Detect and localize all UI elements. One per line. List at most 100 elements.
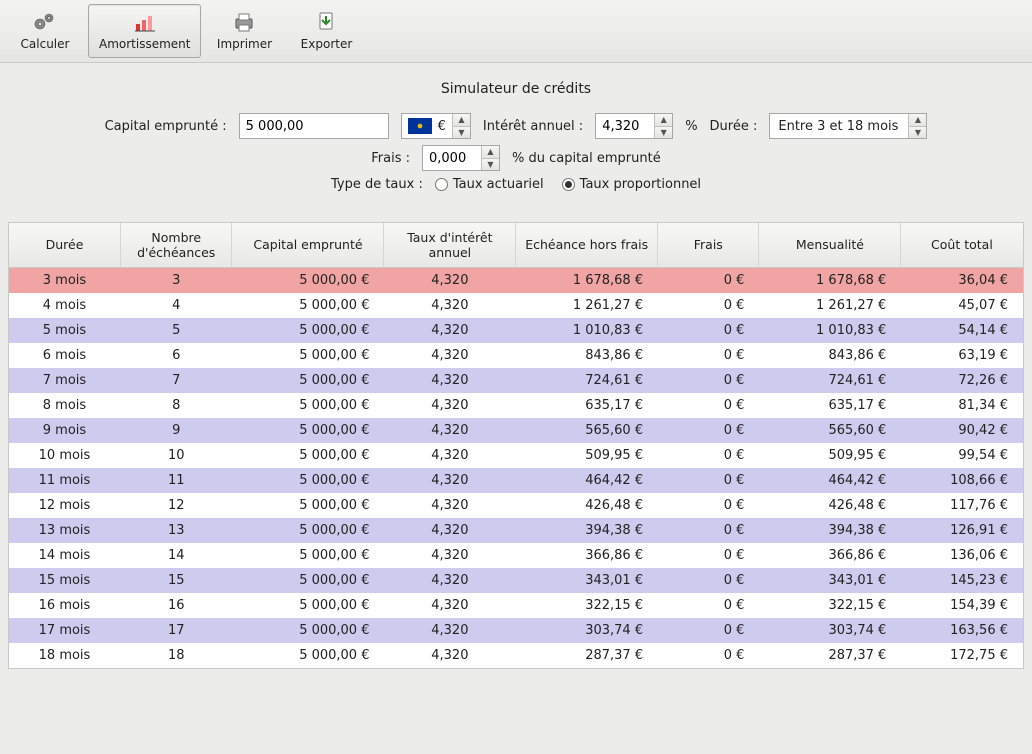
capital-input[interactable] — [239, 113, 389, 139]
table-row[interactable]: 6 mois65 000,00 €4,320843,86 €0 €843,86 … — [9, 343, 1023, 368]
cell-frais: 0 € — [658, 393, 759, 418]
table-row[interactable]: 5 mois55 000,00 €4,3201 010,83 €0 €1 010… — [9, 318, 1023, 343]
cell-taux: 4,320 — [384, 368, 516, 393]
col-header-cout[interactable]: Coût total — [901, 223, 1023, 267]
table-row[interactable]: 10 mois105 000,00 €4,320509,95 €0 €509,9… — [9, 443, 1023, 468]
table-row[interactable]: 18 mois185 000,00 €4,320287,37 €0 €287,3… — [9, 643, 1023, 668]
col-header-cap[interactable]: Capital emprunté — [232, 223, 384, 267]
cell-ech: 394,38 € — [516, 518, 658, 543]
cell-frais: 0 € — [658, 618, 759, 643]
cell-cout: 45,07 € — [901, 293, 1023, 318]
eu-flag-icon — [408, 118, 432, 134]
cell-cout: 72,26 € — [901, 368, 1023, 393]
exporter-button[interactable]: Exporter — [287, 4, 365, 58]
cell-mens: 394,38 € — [759, 518, 901, 543]
cell-mens: 635,17 € — [759, 393, 901, 418]
form-area: Capital emprunté : € ▲ ▼ Intérêt annuel … — [0, 113, 1032, 210]
col-header-duree[interactable]: Durée — [9, 223, 120, 267]
calculer-button[interactable]: Calculer — [6, 4, 84, 58]
chevron-up-icon[interactable]: ▲ — [482, 146, 499, 158]
table-row[interactable]: 13 mois135 000,00 €4,320394,38 €0 €394,3… — [9, 518, 1023, 543]
cell-mens: 464,42 € — [759, 468, 901, 493]
cell-cout: 163,56 € — [901, 618, 1023, 643]
cell-nb: 12 — [120, 493, 231, 518]
radio-label: Taux proportionnel — [580, 177, 701, 192]
cell-nb: 15 — [120, 568, 231, 593]
interest-spinner[interactable]: ▲ ▼ — [595, 113, 673, 139]
cell-taux: 4,320 — [384, 293, 516, 318]
table-row[interactable]: 11 mois115 000,00 €4,320464,42 €0 €464,4… — [9, 468, 1023, 493]
currency-select[interactable]: € ▲ ▼ — [401, 113, 471, 139]
table-row[interactable]: 7 mois75 000,00 €4,320724,61 €0 €724,61 … — [9, 368, 1023, 393]
table-row[interactable]: 4 mois45 000,00 €4,3201 261,27 €0 €1 261… — [9, 293, 1023, 318]
cell-ech: 509,95 € — [516, 443, 658, 468]
cell-ech: 724,61 € — [516, 368, 658, 393]
fees-spinner[interactable]: ▲ ▼ — [422, 145, 500, 171]
cell-mens: 287,37 € — [759, 643, 901, 668]
radio-label: Taux actuariel — [453, 177, 544, 192]
table-row[interactable]: 16 mois165 000,00 €4,320322,15 €0 €322,1… — [9, 593, 1023, 618]
cell-duree: 3 mois — [9, 267, 120, 293]
cell-ech: 322,15 € — [516, 593, 658, 618]
duration-select[interactable]: Entre 3 et 18 mois ▲ ▼ — [769, 113, 927, 139]
chevron-down-icon[interactable]: ▼ — [453, 126, 470, 139]
cell-mens: 303,74 € — [759, 618, 901, 643]
chevron-up-icon[interactable]: ▲ — [655, 114, 672, 126]
rate-actuarial-radio[interactable]: Taux actuariel — [435, 177, 544, 192]
col-header-nb[interactable]: Nombre d'échéances — [120, 223, 231, 267]
cell-cout: 99,54 € — [901, 443, 1023, 468]
cell-duree: 4 mois — [9, 293, 120, 318]
table-row[interactable]: 3 mois35 000,00 €4,3201 678,68 €0 €1 678… — [9, 267, 1023, 293]
toolbar-label: Calculer — [21, 37, 70, 51]
cell-cout: 117,76 € — [901, 493, 1023, 518]
cell-cap: 5 000,00 € — [232, 618, 384, 643]
fees-input[interactable] — [423, 146, 481, 170]
printer-icon — [230, 9, 258, 35]
cell-mens: 343,01 € — [759, 568, 901, 593]
table-row[interactable]: 17 mois175 000,00 €4,320303,74 €0 €303,7… — [9, 618, 1023, 643]
chevron-up-icon[interactable]: ▲ — [909, 114, 926, 126]
table-row[interactable]: 12 mois125 000,00 €4,320426,48 €0 €426,4… — [9, 493, 1023, 518]
interest-input[interactable] — [596, 114, 654, 138]
chevron-up-icon[interactable]: ▲ — [453, 114, 470, 126]
cell-cap: 5 000,00 € — [232, 593, 384, 618]
radio-icon — [435, 178, 448, 191]
table-row[interactable]: 14 mois145 000,00 €4,320366,86 €0 €366,8… — [9, 543, 1023, 568]
col-header-taux[interactable]: Taux d'intérêt annuel — [384, 223, 516, 267]
amortissement-button[interactable]: Amortissement — [88, 4, 201, 58]
cell-nb: 13 — [120, 518, 231, 543]
cell-taux: 4,320 — [384, 543, 516, 568]
cell-nb: 18 — [120, 643, 231, 668]
cell-nb: 3 — [120, 267, 231, 293]
cell-taux: 4,320 — [384, 493, 516, 518]
table-row[interactable]: 8 mois85 000,00 €4,320635,17 €0 €635,17 … — [9, 393, 1023, 418]
cell-cap: 5 000,00 € — [232, 318, 384, 343]
cell-duree: 10 mois — [9, 443, 120, 468]
chevron-down-icon[interactable]: ▼ — [909, 126, 926, 139]
col-header-mens[interactable]: Mensualité — [759, 223, 901, 267]
rate-proportional-radio[interactable]: Taux proportionnel — [562, 177, 701, 192]
cell-cap: 5 000,00 € — [232, 343, 384, 368]
cell-cout: 36,04 € — [901, 267, 1023, 293]
cell-mens: 1 678,68 € — [759, 267, 901, 293]
table-row[interactable]: 9 mois95 000,00 €4,320565,60 €0 €565,60 … — [9, 418, 1023, 443]
fees-suffix: % du capital emprunté — [512, 151, 661, 166]
table-row[interactable]: 15 mois155 000,00 €4,320343,01 €0 €343,0… — [9, 568, 1023, 593]
cell-cap: 5 000,00 € — [232, 493, 384, 518]
cell-frais: 0 € — [658, 493, 759, 518]
cell-taux: 4,320 — [384, 618, 516, 643]
chevron-down-icon[interactable]: ▼ — [482, 158, 499, 171]
imprimer-button[interactable]: Imprimer — [205, 4, 283, 58]
cell-mens: 843,86 € — [759, 343, 901, 368]
cell-taux: 4,320 — [384, 518, 516, 543]
col-header-frais[interactable]: Frais — [658, 223, 759, 267]
cell-cout: 63,19 € — [901, 343, 1023, 368]
cell-cap: 5 000,00 € — [232, 568, 384, 593]
chevron-down-icon[interactable]: ▼ — [655, 126, 672, 139]
cell-ech: 426,48 € — [516, 493, 658, 518]
cell-duree: 17 mois — [9, 618, 120, 643]
col-header-ech[interactable]: Echéance hors frais — [516, 223, 658, 267]
currency-symbol: € — [438, 119, 452, 134]
cell-taux: 4,320 — [384, 343, 516, 368]
cell-ech: 1 261,27 € — [516, 293, 658, 318]
